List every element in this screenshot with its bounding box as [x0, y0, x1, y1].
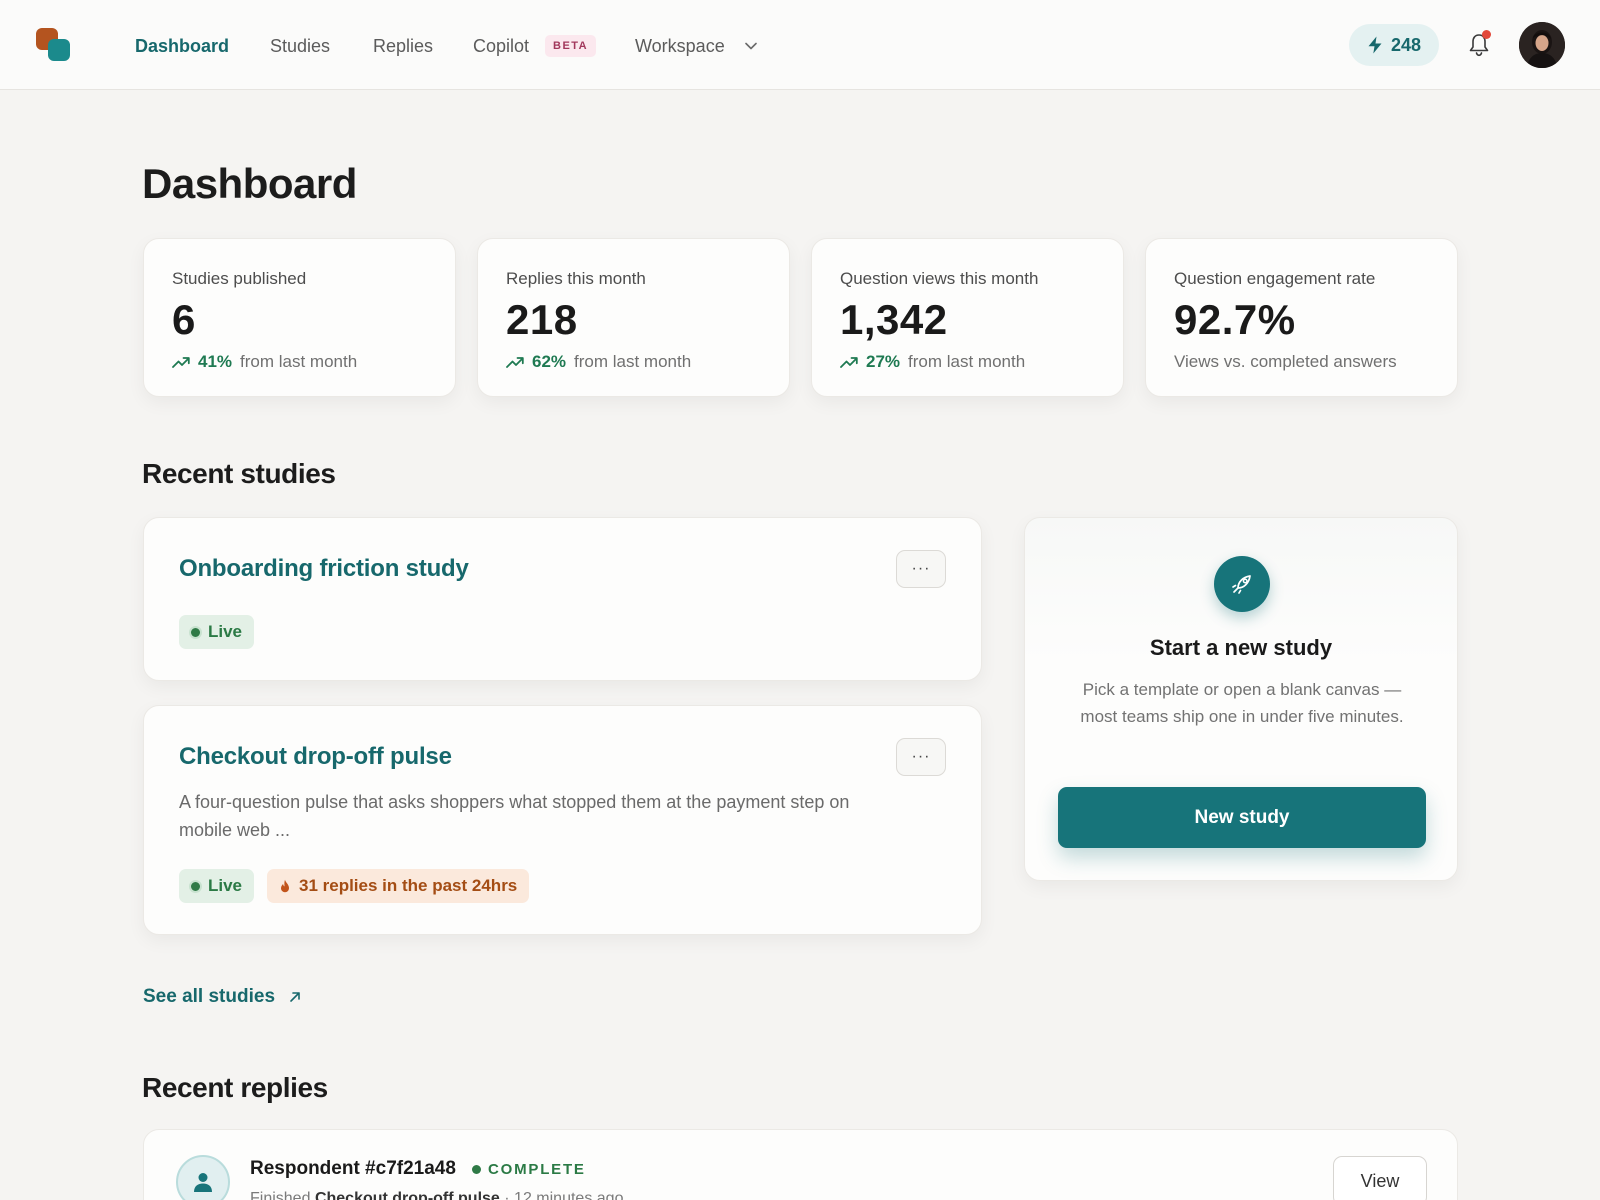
stat-delta: 41% from last month: [172, 352, 357, 372]
stat-value: 6: [172, 296, 196, 343]
reply-meta-prefix: Finished: [250, 1190, 311, 1200]
credits-count: 248: [1390, 34, 1422, 55]
respondent-avatar: [176, 1155, 230, 1200]
stat-card-studies-published: Studies published 6 41% from last month: [143, 238, 456, 397]
credits-badge[interactable]: 248: [1349, 24, 1439, 66]
status-badge-live: Live: [179, 615, 255, 649]
ellipsis-icon: ···: [911, 748, 931, 765]
stat-delta: 27% from last month: [840, 352, 1025, 372]
page-title: Dashboard: [142, 160, 357, 207]
stat-delta-suffix: from last month: [240, 352, 358, 371]
more-options-button[interactable]: ···: [896, 738, 946, 776]
recent-studies-heading: Recent studies: [142, 458, 336, 489]
see-all-studies-link[interactable]: See all studies: [143, 986, 301, 1008]
ellipsis-icon: ···: [911, 560, 931, 577]
complete-dot-icon: [472, 1165, 481, 1174]
stat-note-text: Views vs. completed answers: [1174, 352, 1397, 371]
trend-up-icon: [506, 357, 524, 368]
respondent-name[interactable]: Respondent #c7f21a48: [250, 1158, 456, 1180]
live-dot-icon: [191, 881, 200, 891]
user-icon: [194, 1173, 212, 1192]
reply-row[interactable]: Respondent #c7f21a48 COMPLETE Finished C…: [143, 1129, 1458, 1200]
recent-replies-heading: Recent replies: [142, 1072, 328, 1103]
stat-delta-pct: 41%: [198, 352, 233, 371]
status-badge-live: Live: [179, 869, 255, 903]
arrow-up-right-icon: [290, 992, 300, 1002]
reply-meta: Finished Checkout drop-off pulse · 12 mi…: [250, 1190, 623, 1200]
study-title[interactable]: Checkout drop-off pulse: [179, 743, 452, 771]
stat-label: Question engagement rate: [1174, 269, 1376, 288]
stat-card-engagement-rate: Question engagement rate 92.7% Views vs.…: [1145, 238, 1458, 397]
chevron-down-icon[interactable]: [745, 42, 757, 50]
nav-copilot[interactable]: Copilot: [473, 34, 529, 58]
user-avatar[interactable]: [1519, 22, 1565, 68]
stat-label: Replies this month: [506, 269, 646, 288]
status-badge-complete: COMPLETE: [472, 1161, 586, 1178]
status-label: Live: [208, 622, 243, 641]
stat-card-question-views: Question views this month 1,342 27% from…: [811, 238, 1124, 397]
study-card[interactable]: Checkout drop-off pulse ··· A four-quest…: [143, 705, 982, 935]
activity-badge: 31 replies in the past 24hrs: [267, 869, 530, 903]
see-all-label: See all studies: [143, 986, 276, 1007]
study-description: A four-question pulse that asks shoppers…: [179, 792, 850, 840]
stat-value: 218: [506, 296, 578, 343]
rocket-icon: [1214, 556, 1270, 612]
trend-up-icon: [840, 357, 858, 368]
new-study-card: Start a new study Pick a template or ope…: [1024, 517, 1458, 881]
stat-delta-pct: 62%: [532, 352, 567, 371]
status-label: COMPLETE: [488, 1161, 586, 1178]
stat-delta-suffix: from last month: [574, 352, 692, 371]
lightning-icon: [1368, 36, 1382, 54]
status-label: Live: [208, 876, 243, 895]
more-options-button[interactable]: ···: [896, 550, 946, 588]
stat-label: Question views this month: [840, 269, 1039, 288]
top-nav: Dashboard Studies Replies Copilot BETA W…: [0, 0, 1600, 90]
stat-value: 1,342: [840, 296, 948, 343]
study-card[interactable]: Onboarding friction study ··· Live: [143, 517, 982, 681]
study-title[interactable]: Onboarding friction study: [179, 555, 469, 583]
flame-icon: [281, 879, 289, 893]
nav-workspace[interactable]: Workspace: [635, 34, 725, 58]
app-logo[interactable]: [36, 28, 72, 64]
activity-label: 31 replies in the past 24hrs: [299, 876, 518, 895]
new-study-title: Start a new study: [1149, 635, 1333, 660]
nav-studies[interactable]: Studies: [270, 34, 330, 58]
nav-replies[interactable]: Replies: [373, 34, 433, 58]
trend-up-icon: [172, 357, 190, 368]
stat-value: 92.7%: [1174, 296, 1296, 343]
stat-delta: 62% from last month: [506, 352, 691, 372]
stat-delta-suffix: from last month: [908, 352, 1026, 371]
new-study-button[interactable]: New study: [1058, 787, 1426, 848]
notification-dot: [1482, 30, 1491, 39]
reply-study-link[interactable]: Checkout drop-off pulse: [315, 1190, 500, 1200]
stat-label: Studies published: [172, 269, 307, 288]
stat-note: Views vs. completed answers: [1174, 352, 1397, 372]
live-dot-icon: [191, 627, 200, 637]
beta-badge: BETA: [545, 35, 597, 57]
nav-dashboard[interactable]: Dashboard: [135, 34, 229, 58]
view-reply-button[interactable]: View: [1333, 1156, 1427, 1200]
stat-card-replies: Replies this month 218 62% from last mon…: [477, 238, 790, 397]
new-study-description: Pick a template or open a blank canvas —…: [1080, 680, 1404, 726]
reply-time: · 12 minutes ago: [504, 1190, 624, 1200]
stat-delta-pct: 27%: [866, 352, 901, 371]
